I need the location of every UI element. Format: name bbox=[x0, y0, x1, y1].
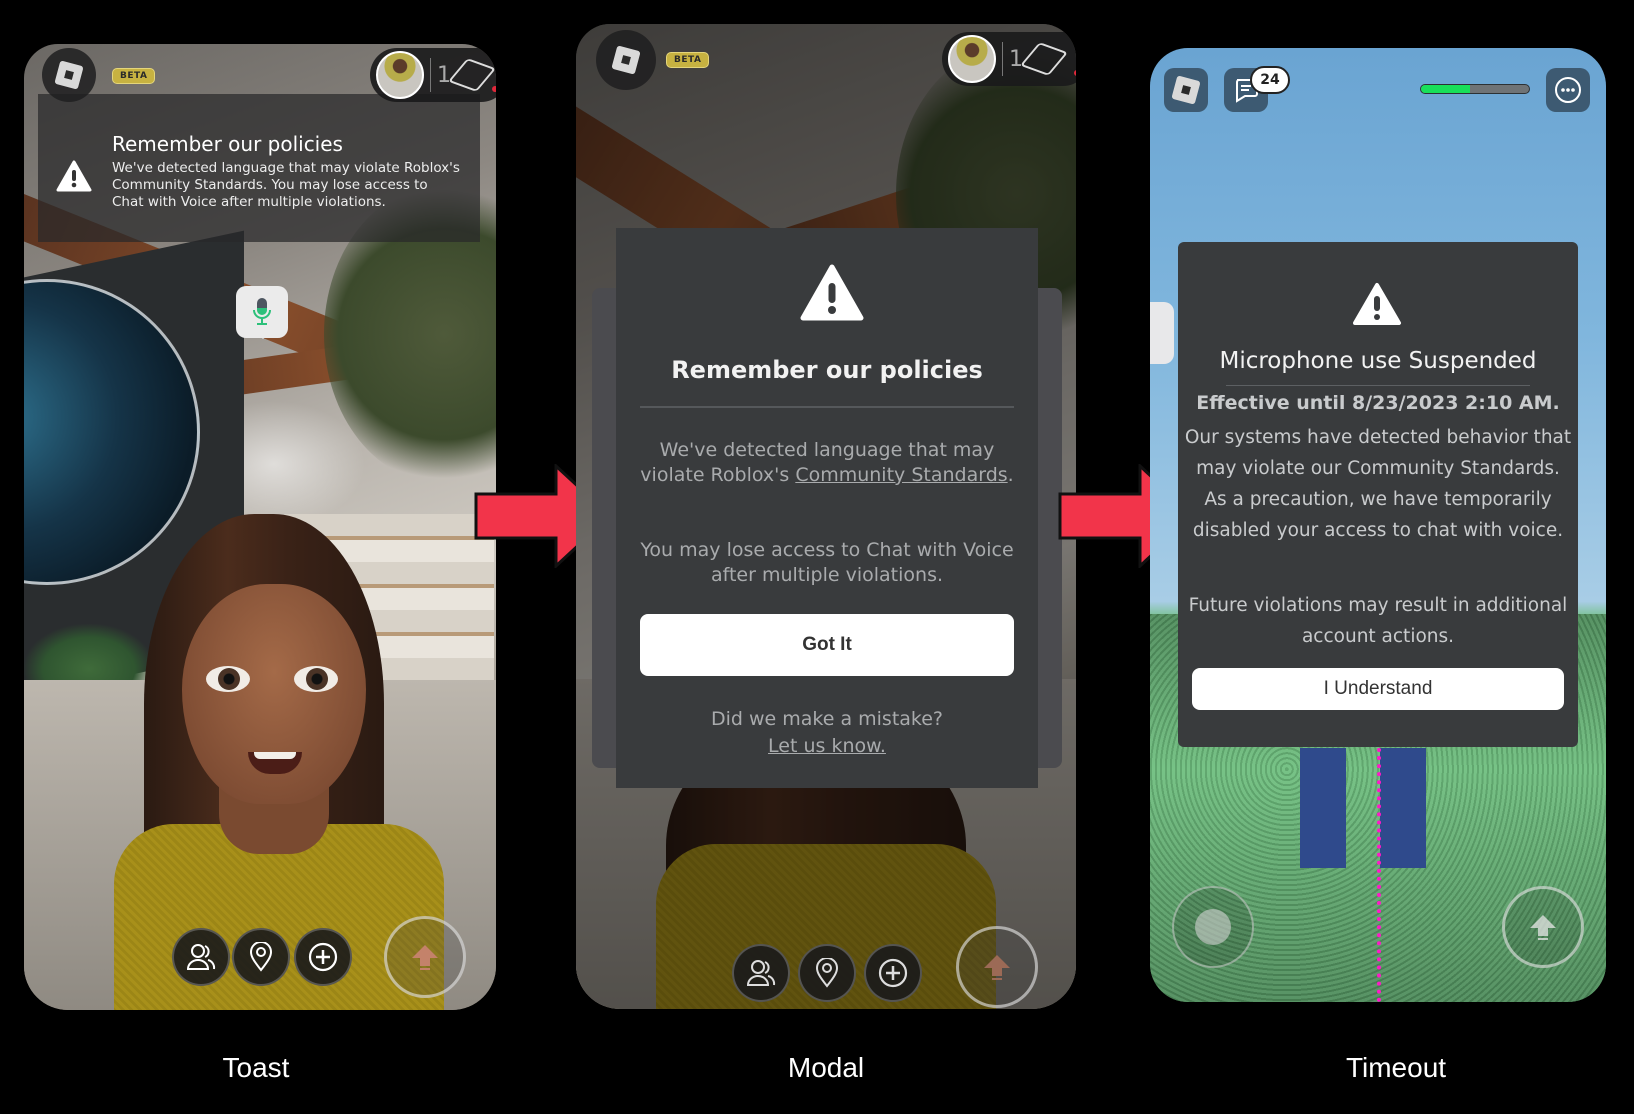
friends-count: 1 bbox=[1009, 46, 1023, 72]
modal-message: Our systems have detected behavior that … bbox=[1184, 427, 1572, 541]
avatar-headshot[interactable] bbox=[948, 35, 996, 83]
divider bbox=[1002, 42, 1003, 76]
suspension-end-date: Effective until 8/23/2023 2:10 AM. bbox=[1196, 392, 1560, 414]
voice-chat-bubble[interactable] bbox=[236, 286, 288, 339]
caption-modal: Modal bbox=[787, 1052, 865, 1083]
toast-message: We've detected language that may violate… bbox=[112, 160, 460, 210]
jump-button[interactable] bbox=[1502, 886, 1584, 968]
divider bbox=[1226, 385, 1530, 386]
jump-arrow-icon bbox=[412, 945, 438, 970]
thumbstick-knob[interactable] bbox=[1195, 909, 1231, 945]
divider bbox=[640, 406, 1014, 408]
avatar-headshot[interactable] bbox=[376, 51, 424, 99]
friends-button[interactable] bbox=[732, 944, 790, 1002]
future-violations-text: Future violations may result in addition… bbox=[1188, 595, 1568, 647]
unread-chat-badge: 24 bbox=[1250, 66, 1290, 94]
health-bar-fill bbox=[1421, 85, 1470, 93]
plus-icon bbox=[308, 942, 338, 972]
timeout-phone-screen: 24 Microphone use Suspended Effective un… bbox=[1150, 48, 1606, 1002]
jump-arrow-icon bbox=[984, 955, 1010, 980]
jump-arrow-icon bbox=[1530, 915, 1556, 940]
avatar-eye bbox=[294, 666, 338, 692]
player-leg bbox=[1380, 748, 1426, 868]
backpack-cube-icon[interactable] bbox=[1019, 42, 1069, 76]
i-understand-button[interactable]: I Understand bbox=[1192, 668, 1564, 710]
backpack-cube-icon[interactable] bbox=[447, 58, 496, 92]
profile-pill[interactable]: 1 bbox=[370, 48, 496, 102]
location-button[interactable] bbox=[798, 944, 856, 1002]
warning-icon bbox=[56, 160, 92, 192]
profile-pill[interactable]: 1 bbox=[942, 32, 1076, 86]
friends-icon bbox=[186, 944, 216, 970]
modal-message: We've detected language that may violate… bbox=[632, 438, 1022, 488]
ellipsis-icon bbox=[1555, 77, 1581, 103]
roblox-logo-icon bbox=[1171, 75, 1201, 105]
friends-button[interactable] bbox=[172, 928, 230, 986]
guide-line bbox=[1377, 748, 1381, 1002]
more-options-button[interactable] bbox=[1546, 68, 1590, 112]
message-text: . bbox=[1007, 464, 1014, 486]
player-leg bbox=[1300, 748, 1346, 868]
microphone-icon bbox=[253, 298, 271, 325]
divider bbox=[430, 58, 431, 92]
policy-toast: Remember our policies We've detected lan… bbox=[38, 94, 480, 242]
add-button[interactable] bbox=[294, 928, 352, 986]
avatar-mouth bbox=[248, 752, 302, 774]
notification-dot bbox=[1074, 70, 1076, 76]
toast-phone-screen: Remember our policies We've detected lan… bbox=[24, 44, 496, 1010]
roblox-menu-button[interactable] bbox=[1164, 68, 1208, 112]
toast-title: Remember our policies bbox=[112, 132, 343, 156]
roblox-logo-icon bbox=[54, 60, 84, 90]
beta-badge: BETA bbox=[666, 52, 710, 68]
movement-thumbstick[interactable] bbox=[1172, 886, 1254, 968]
got-it-button[interactable]: Got It bbox=[640, 614, 1014, 676]
feedback-section: Did we make a mistake? Let us know. bbox=[616, 706, 1038, 760]
speaker-bubble bbox=[1150, 302, 1174, 364]
modal-phone-screen: BETA 1 Remember our policies We've detec… bbox=[576, 24, 1076, 1009]
location-pin-icon bbox=[249, 942, 273, 972]
friends-icon bbox=[746, 960, 776, 986]
modal-title: Microphone use Suspended bbox=[1219, 348, 1537, 374]
jump-button[interactable] bbox=[956, 926, 1038, 1008]
friends-count: 1 bbox=[437, 62, 451, 88]
beta-badge: BETA bbox=[112, 68, 156, 84]
location-button[interactable] bbox=[232, 928, 290, 986]
community-standards-link[interactable]: Community Standards bbox=[795, 464, 1007, 486]
policy-modal: Remember our policies We've detected lan… bbox=[616, 228, 1038, 788]
caption-toast: Toast bbox=[222, 1052, 290, 1083]
roblox-logo-icon bbox=[611, 45, 641, 75]
avatar-eye bbox=[206, 666, 250, 692]
warning-icon bbox=[1352, 282, 1402, 330]
plus-icon bbox=[878, 958, 908, 988]
caption-timeout: Timeout bbox=[1345, 1052, 1447, 1083]
warning-icon bbox=[800, 264, 864, 326]
avatar-face bbox=[182, 584, 366, 804]
let-us-know-link[interactable]: Let us know. bbox=[768, 735, 886, 757]
location-pin-icon bbox=[815, 958, 839, 988]
mistake-question: Did we make a mistake? bbox=[710, 708, 944, 730]
roblox-menu-button[interactable] bbox=[596, 30, 656, 90]
add-button[interactable] bbox=[864, 944, 922, 1002]
modal-title: Remember our policies bbox=[671, 356, 983, 384]
mic-suspended-modal: Microphone use Suspended Effective until… bbox=[1178, 242, 1578, 747]
modal-warning-text: You may lose access to Chat with Voice a… bbox=[640, 539, 1014, 586]
roblox-menu-button[interactable] bbox=[42, 48, 96, 102]
notification-dot bbox=[492, 86, 496, 92]
jump-button[interactable] bbox=[384, 916, 466, 998]
health-bar bbox=[1420, 84, 1530, 94]
